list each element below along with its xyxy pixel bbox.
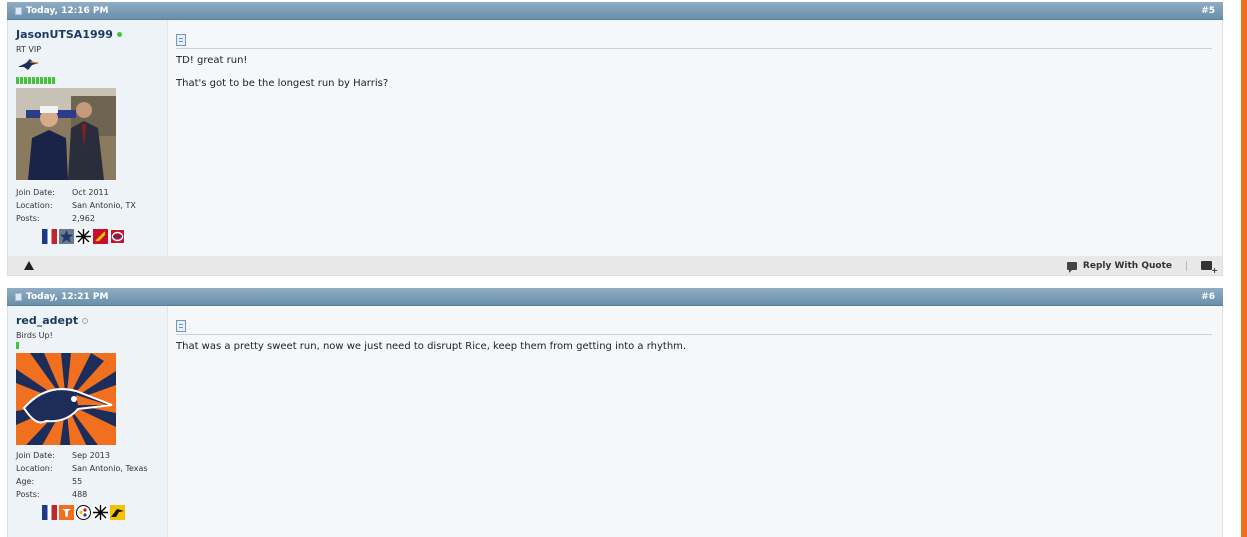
spurs-icon <box>93 505 108 520</box>
reputation-bar <box>16 342 167 349</box>
content-divider <box>176 48 1212 49</box>
user-info: JasonUTSA1999 RT VIP Join Date: Oct 2011… <box>8 20 168 256</box>
post-date-icon <box>15 292 22 301</box>
post-icon <box>176 320 186 332</box>
posts-value: 488 <box>72 490 88 499</box>
join-date-value: Sep 2013 <box>72 451 110 460</box>
user-info: red_adept Birds Up! Join Date: Sep 2013 … <box>8 306 168 537</box>
texas-flag-icon <box>42 505 57 520</box>
location-label: Location: <box>16 201 53 210</box>
location-value: San Antonio, Texas <box>72 464 148 473</box>
post-number-link[interactable]: #5 <box>1201 6 1215 16</box>
post-body: JasonUTSA1999 RT VIP Join Date: Oct 2011… <box>7 20 1223 256</box>
join-date-value: Oct 2011 <box>72 188 109 197</box>
post-icon <box>176 34 186 46</box>
post-date-icon <box>15 6 22 15</box>
avatar[interactable] <box>16 88 116 180</box>
right-accent-bar <box>1241 0 1247 537</box>
post-date: Today, 12:21 PM <box>15 292 108 302</box>
footer-actions: Reply With Quote <box>1066 260 1218 275</box>
reply-with-quote-button[interactable]: Reply With Quote <box>1083 261 1172 271</box>
user-title: RT VIP <box>16 45 42 54</box>
post-footer: Reply With Quote <box>7 256 1223 276</box>
post-message: TD! great run! That's got to be the long… <box>176 55 1212 89</box>
steelers-icon <box>76 505 91 520</box>
rockets-icon <box>93 229 108 244</box>
team-badges <box>42 505 167 520</box>
longhorns-icon <box>59 505 74 520</box>
footer-separator <box>1186 260 1187 271</box>
username-link[interactable]: red_adept <box>16 314 78 327</box>
post-header: Today, 12:21 PM #6 <box>7 288 1223 306</box>
report-post-icon[interactable] <box>24 261 34 270</box>
content-divider <box>176 334 1212 335</box>
user-stats: Join Date: Oct 2011 Location: San Antonio,… <box>16 186 167 225</box>
posts-label: Posts: <box>16 490 40 499</box>
message-line: That's got to be the longest run by Harr… <box>176 78 389 89</box>
posts-label: Posts: <box>16 214 40 223</box>
offline-status-icon <box>82 317 89 324</box>
username-row: red_adept <box>16 314 167 327</box>
cowboys-star-icon <box>59 229 74 244</box>
post-6: Today, 12:21 PM #6 red_adept Birds Up! J… <box>7 288 1223 537</box>
post-date: Today, 12:16 PM <box>15 6 108 16</box>
team-badges <box>42 229 167 244</box>
avatar[interactable] <box>16 353 116 445</box>
spurs-icon <box>76 229 91 244</box>
post-content: TD! great run! That's got to be the long… <box>168 20 1222 256</box>
post-message: That was a pretty sweet run, now we just… <box>176 341 1212 352</box>
post-content: That was a pretty sweet run, now we just… <box>168 306 1222 537</box>
message-line: That was a pretty sweet run, now we just… <box>176 341 687 352</box>
roadrunner-icon <box>110 505 125 520</box>
age-label: Age: <box>16 477 35 486</box>
location-value: San Antonio, TX <box>72 201 136 210</box>
reputation-bar <box>16 77 167 84</box>
join-date-label: Join Date: <box>16 451 55 460</box>
age-value: 55 <box>72 477 83 486</box>
location-label: Location: <box>16 464 53 473</box>
quote-icon <box>1066 261 1077 273</box>
canadiens-icon <box>110 229 125 244</box>
message-line: TD! great run! <box>176 55 248 66</box>
post-header: Today, 12:16 PM #5 <box>7 2 1223 20</box>
post-body: red_adept Birds Up! Join Date: Sep 2013 … <box>7 306 1223 537</box>
user-stats: Join Date: Sep 2013 Location: San Antonio,… <box>16 449 167 501</box>
post-number-link[interactable]: #6 <box>1201 292 1215 302</box>
post-5: Today, 12:16 PM #5 JasonUTSA1999 RT VIP <box>7 2 1223 276</box>
texas-flag-icon <box>42 229 57 244</box>
multi-quote-icon[interactable] <box>1201 261 1218 275</box>
username-row: JasonUTSA1999 <box>16 28 167 41</box>
user-title: Birds Up! <box>16 331 53 340</box>
post-date-text: Today, 12:16 PM <box>26 5 109 16</box>
join-date-label: Join Date: <box>16 188 55 197</box>
roadrunner-rank-icon <box>16 58 167 75</box>
online-status-icon <box>116 32 122 37</box>
posts-value: 2,962 <box>72 214 95 223</box>
post-date-text: Today, 12:21 PM <box>26 291 109 302</box>
username-link[interactable]: JasonUTSA1999 <box>16 28 113 41</box>
